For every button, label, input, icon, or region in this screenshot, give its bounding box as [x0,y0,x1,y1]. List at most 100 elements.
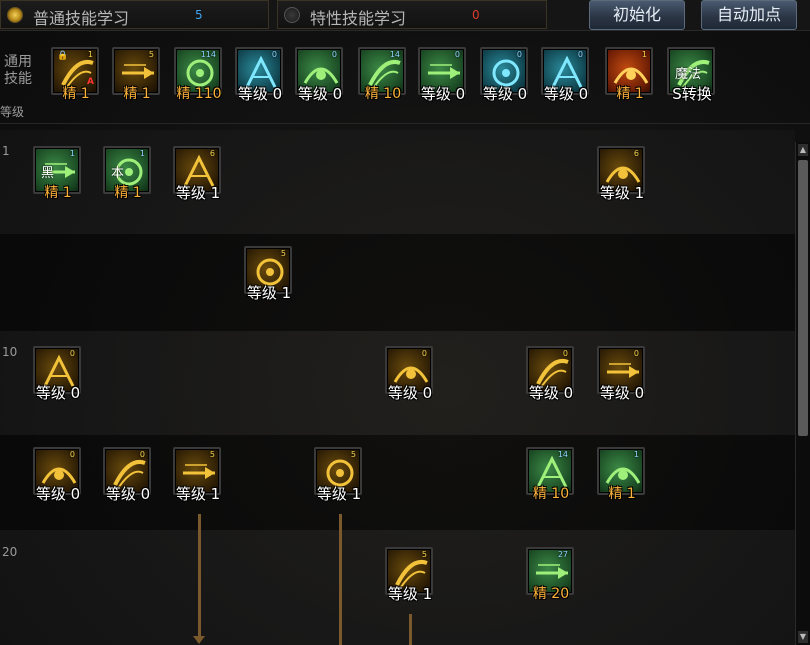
skill-badge: 0 [516,50,522,59]
skill-level-caption: 精 20 [532,586,570,602]
icon-text: 黑 [41,166,55,181]
skill-slot[interactable]: 0 等级 0 [33,346,85,402]
skill-level-caption: 精 1 [616,86,644,102]
skill-slot[interactable]: 14 精 10 [526,447,578,502]
common-skills-label: 通用 技能 [4,54,32,87]
skill-level-caption: 精 1 [114,185,142,201]
skill-slot[interactable]: 27 精 20 [526,547,578,602]
skill-level-caption: 精 1 [608,486,636,502]
skill-badge: 1 [69,149,75,158]
tab-count: 5 [195,8,203,22]
skill-level-caption: 等级 1 [175,184,221,202]
radio-empty-icon [284,7,300,23]
skill-level-caption: 等级 1 [599,184,645,202]
skill-slot[interactable]: 5 精 1 [112,47,164,102]
arrow-down-icon [193,636,205,644]
skill-level-caption: 精 1 [123,86,151,102]
skill-slot[interactable]: 5 等级 1 [244,246,296,302]
skill-slot[interactable]: 0 等级 0 [597,346,649,402]
icon-text: 本 [111,166,125,181]
skill-slot[interactable]: 114 精 110 [174,47,226,102]
skill-link-arrow [198,514,201,638]
skill-badge: 0 [454,50,460,59]
skill-slot[interactable]: 0 等级 0 [480,47,532,103]
skill-slot[interactable]: 黑 1 精 1 [33,146,85,201]
skill-slot[interactable]: 0 等级 0 [385,346,437,402]
skill-level-caption: 精 110 [176,86,222,102]
skill-badge: 0 [562,349,568,358]
skill-badge: 0 [331,50,337,59]
skill-level-caption: 等级 1 [246,284,292,302]
skill-badge: 0 [69,349,75,358]
level-row-5 [0,234,795,331]
skill-slot[interactable]: 魔法 S转换 [667,47,719,103]
skill-level-caption: 等级 0 [387,384,433,402]
scroll-up-icon[interactable]: ▲ [798,144,808,156]
skill-level-caption: 等级 0 [599,384,645,402]
skill-badge: 5 [148,50,154,59]
skill-level-caption: 精 1 [62,86,90,102]
skill-slot[interactable]: 1 精 1 [605,47,657,102]
skill-level-caption: 等级 0 [35,384,81,402]
skill-link-arrow [409,614,412,645]
skill-slot[interactable]: 5 等级 1 [385,547,437,603]
icon-text: 魔法 [675,67,702,82]
skill-slot[interactable]: 0 等级 0 [526,346,578,402]
skill-slot[interactable]: 0 等级 0 [418,47,470,103]
tab-bar: 普通技能学习 5 特性技能学习 0 初始化 自动加点 [0,0,810,31]
skill-badge: 1 [87,50,93,59]
skill-level-caption: 精 1 [44,185,72,201]
skill-level-caption: 等级 1 [387,585,433,603]
skill-slot[interactable]: 5 等级 1 [314,447,366,503]
skill-badge: 27 [557,550,568,559]
tab-label: 普通技能学习 [33,9,130,28]
skill-badge: 0 [69,450,75,459]
skill-slot[interactable]: 0 等级 0 [295,47,347,103]
skill-level-caption: 精 10 [532,486,570,502]
level-label: 10 [2,345,18,359]
skill-badge: 0 [633,349,639,358]
level-label: 1 [2,144,10,158]
skill-level-caption: 等级 1 [175,485,221,503]
skill-slot[interactable]: 本 1 精 1 [103,146,155,201]
skill-slot[interactable]: 0 等级 0 [235,47,287,103]
skill-level-caption: 等级 1 [316,485,362,503]
skill-level-caption: 等级 0 [528,384,574,402]
skill-slot[interactable]: 6 等级 1 [597,146,649,202]
skill-slot[interactable]: 6 等级 1 [173,146,225,202]
skill-panel: 普通技能学习 5 特性技能学习 0 初始化 自动加点 通用 技能 等级 1 10… [0,0,810,645]
skill-badge: 0 [139,450,145,459]
skill-slot[interactable]: 5 等级 1 [173,447,225,503]
tab-label: 特性技能学习 [310,9,407,28]
skill-badge: 5 [280,249,286,258]
skill-badge: 5 [421,550,427,559]
skill-slot[interactable]: 1 精 1 [597,447,649,502]
skill-badge: 5 [350,450,356,459]
tab-trait-skills[interactable]: 特性技能学习 0 [277,0,547,29]
skill-level-caption: 等级 0 [543,85,589,103]
skill-slot[interactable]: 0 等级 0 [33,447,85,503]
skill-badge: 5 [209,450,215,459]
skill-badge: 6 [209,149,215,158]
skill-slot[interactable]: 14 精 10 [358,47,410,102]
level-label: 20 [2,545,18,559]
skill-badge: 0 [421,349,427,358]
skill-level-caption: 等级 0 [237,85,283,103]
skill-level-caption: 等级 0 [420,85,466,103]
skill-slot[interactable]: 0 等级 0 [541,47,593,103]
scroll-down-icon[interactable]: ▼ [798,631,808,643]
skill-badge: 0 [577,50,583,59]
tab-normal-skills[interactable]: 普通技能学习 5 [0,0,269,29]
scrollbar-thumb[interactable] [798,160,808,436]
skill-level-caption: 等级 0 [482,85,528,103]
auto-assign-button[interactable]: 自动加点 [701,0,797,30]
skill-badge: 6 [633,149,639,158]
skill-level-caption: 等级 0 [297,85,343,103]
reset-button[interactable]: 初始化 [589,0,685,30]
level-header: 等级 [0,105,25,119]
skill-slot[interactable]: 🔒 A 1 精 1 [51,47,103,102]
skill-slot[interactable]: 0 等级 0 [103,447,155,503]
lock-icon: 🔒 [57,51,69,61]
skill-level-caption: 等级 0 [105,485,151,503]
scrollbar[interactable]: ▲ ▼ [795,142,810,645]
